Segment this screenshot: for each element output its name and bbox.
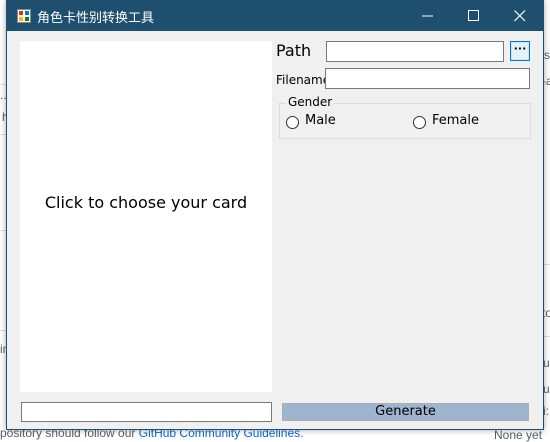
minimize-button[interactable] bbox=[405, 1, 451, 31]
background-text: ul bbox=[543, 356, 550, 370]
female-label[interactable]: Female bbox=[432, 113, 479, 128]
female-radio[interactable] bbox=[413, 116, 426, 129]
status-field[interactable] bbox=[21, 402, 272, 422]
filename-input[interactable] bbox=[325, 68, 530, 89]
maximize-button[interactable] bbox=[451, 1, 497, 31]
gender-legend: Gender bbox=[286, 95, 335, 109]
card-prompt: Click to choose your card bbox=[44, 193, 248, 212]
background-text: ul bbox=[543, 382, 550, 396]
minimize-icon bbox=[422, 15, 433, 17]
male-radio[interactable] bbox=[286, 116, 299, 129]
close-icon bbox=[514, 10, 526, 22]
gender-group: Gender Male Female bbox=[279, 95, 531, 139]
generate-button[interactable]: Generate bbox=[282, 403, 529, 421]
filename-label: Filename bbox=[276, 73, 331, 87]
background-text: s bbox=[544, 48, 550, 62]
window-title: 角色卡性别转换工具 bbox=[37, 11, 155, 26]
card-picker[interactable]: Click to choose your card bbox=[20, 41, 272, 392]
path-input[interactable] bbox=[326, 41, 504, 62]
title-bar[interactable]: 角色卡性别转换工具 bbox=[7, 1, 543, 31]
male-label[interactable]: Male bbox=[305, 113, 336, 128]
app-icon bbox=[17, 9, 31, 23]
app-window: 角色卡性别转换工具 Click to choose your card Path… bbox=[6, 0, 544, 430]
close-button[interactable] bbox=[497, 1, 543, 31]
maximize-icon bbox=[468, 10, 479, 21]
browse-button[interactable]: ··· bbox=[510, 41, 530, 61]
path-label: Path bbox=[276, 41, 312, 60]
